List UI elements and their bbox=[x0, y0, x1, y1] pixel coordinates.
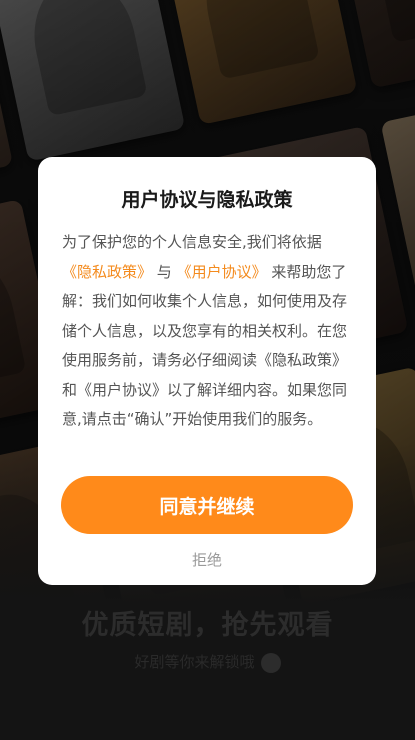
body-text-rest: 来帮助您了解：我们如何收集个人信息，如何使用及存储个人信息，以及您享有的相关权利… bbox=[62, 262, 348, 429]
reject-button[interactable]: 拒绝 bbox=[38, 549, 376, 570]
dialog-title: 用户协议与隐私政策 bbox=[121, 189, 293, 211]
privacy-policy-link[interactable]: 《隐私政策》 bbox=[62, 263, 152, 281]
agree-and-continue-button[interactable]: 同意并继续 bbox=[61, 476, 353, 534]
smile-emoji-icon bbox=[260, 652, 281, 673]
sub-slogan-text: 好剧等你来解锁哦 bbox=[134, 653, 255, 671]
privacy-dialog: 用户协议与隐私政策 为了保护您的个人信息安全,我们将依据 《隐私政策》 与 《用户… bbox=[38, 157, 376, 585]
body-text-and: 与 bbox=[156, 262, 172, 281]
slogan: 优质短剧，抢先观看 bbox=[81, 610, 334, 641]
sub-slogan: 好剧等你来解锁哦 bbox=[0, 651, 415, 673]
body-text-intro: 为了保护您的个人信息安全,我们将依据 bbox=[62, 233, 322, 251]
dialog-body: 为了保护您的个人信息安全,我们将依据 《隐私政策》 与 《用户协议》 来帮助您了解… bbox=[62, 228, 352, 435]
user-agreement-link[interactable]: 《用户协议》 bbox=[177, 263, 267, 281]
